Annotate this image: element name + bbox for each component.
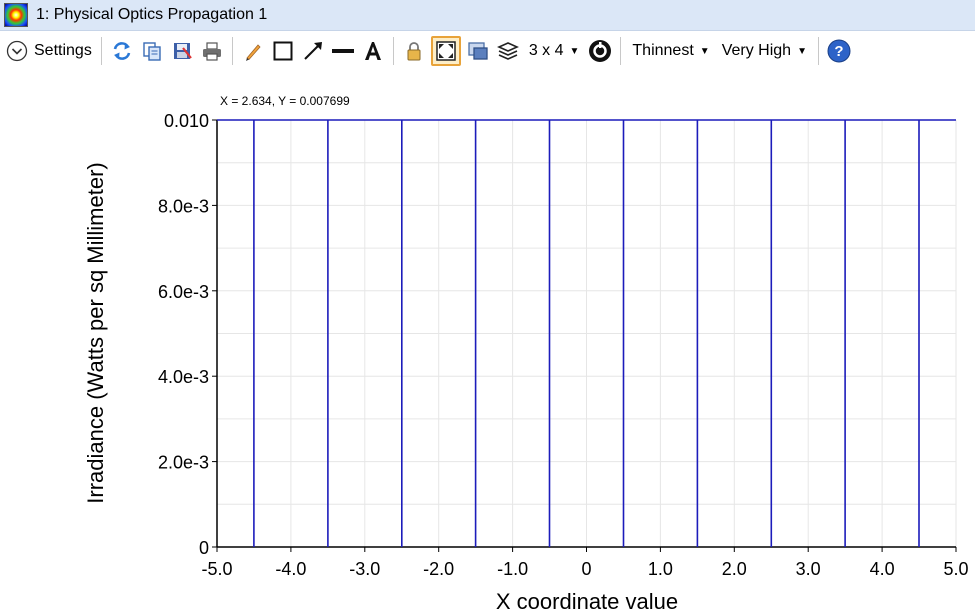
irradiance-chart[interactable]: -5.0 -4.0 -3.0 -2.0 -1.0 0 1.0 2.0 3.0 4.0 5.0 0 2.… <box>0 0 975 616</box>
x-tick-label: 3.0 <box>796 559 821 579</box>
y-tick-labels: 0 2.0e-3 4.0e-3 6.0e-3 8.0e-3 0.010 <box>158 111 217 558</box>
x-tick-label: -2.0 <box>423 559 454 579</box>
y-tick-label: 0 <box>199 538 209 558</box>
y-axis-label: Irradiance (Watts per sq Millimeter) <box>83 162 108 503</box>
x-tick-label: -3.0 <box>349 559 380 579</box>
x-tick-label: -5.0 <box>201 559 232 579</box>
y-tick-label: 4.0e-3 <box>158 367 209 387</box>
y-tick-label: 2.0e-3 <box>158 453 209 473</box>
x-tick-label: 2.0 <box>722 559 747 579</box>
x-axis-label: X coordinate value <box>496 589 678 614</box>
x-tick-label: -1.0 <box>497 559 528 579</box>
x-tick-label: 0 <box>581 559 591 579</box>
x-tick-label: 1.0 <box>648 559 673 579</box>
x-tick-labels: -5.0 -4.0 -3.0 -2.0 -1.0 0 1.0 2.0 3.0 4.0 5.0 <box>201 547 969 579</box>
x-tick-label: 4.0 <box>870 559 895 579</box>
x-tick-label: 5.0 <box>943 559 968 579</box>
x-tick-label: -4.0 <box>275 559 306 579</box>
y-tick-label: 0.010 <box>164 111 209 131</box>
y-tick-label: 8.0e-3 <box>158 196 209 216</box>
y-tick-label: 6.0e-3 <box>158 282 209 302</box>
